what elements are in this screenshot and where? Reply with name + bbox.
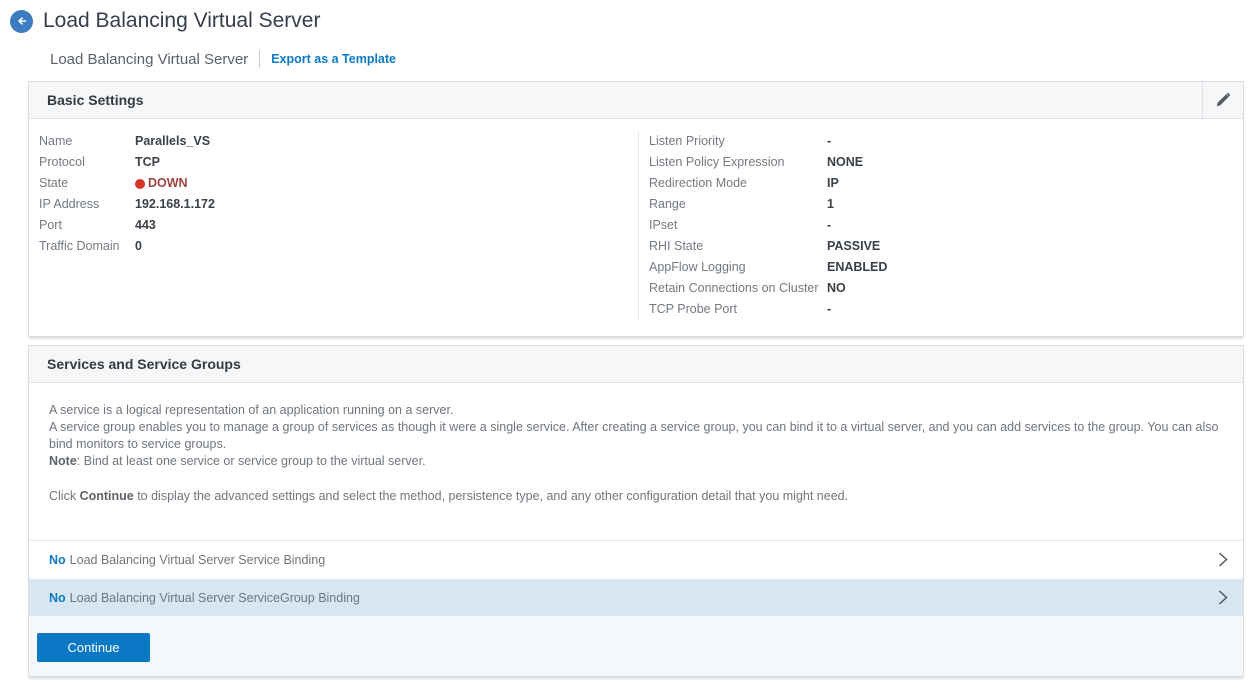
basic-settings-panel: Basic Settings Name Parallels_VS Protoco… xyxy=(28,81,1244,337)
basic-settings-right-column: Listen Priority - Listen Policy Expressi… xyxy=(638,131,1243,320)
hint-suffix: to display the advanced settings and sel… xyxy=(134,489,848,503)
services-description: A service is a logical representation of… xyxy=(29,383,1243,470)
field-ipset: IPset - xyxy=(649,215,1243,236)
hint-prefix: Click xyxy=(49,489,80,503)
continue-button[interactable]: Continue xyxy=(37,633,150,662)
field-name: Name Parallels_VS xyxy=(39,131,638,152)
service-binding-count: No xyxy=(49,553,66,567)
field-listen-priority: Listen Priority - xyxy=(649,131,1243,152)
edit-basic-settings-button[interactable] xyxy=(1203,82,1243,118)
description-line-1: A service is a logical representation of… xyxy=(49,402,1223,419)
field-range: Range 1 xyxy=(649,194,1243,215)
state-value: DOWN xyxy=(148,173,188,194)
services-title: Services and Service Groups xyxy=(47,356,241,372)
field-rhi-state: RHI State PASSIVE xyxy=(649,236,1243,257)
arrow-left-icon xyxy=(15,14,29,28)
subnav: Load Balancing Virtual Server Export as … xyxy=(50,50,1252,68)
page-title: Load Balancing Virtual Server xyxy=(43,9,320,33)
field-redirection-mode: Redirection Mode IP xyxy=(649,173,1243,194)
subnav-divider xyxy=(259,50,260,68)
field-traffic-domain: Traffic Domain 0 xyxy=(39,236,638,257)
services-panel: Services and Service Groups A service is… xyxy=(28,345,1244,677)
status-down-icon xyxy=(135,179,145,189)
service-binding-row[interactable]: No Load Balancing Virtual Server Service… xyxy=(29,540,1243,578)
back-button[interactable] xyxy=(10,10,33,33)
field-tcp-probe-port: TCP Probe Port - xyxy=(649,299,1243,320)
basic-settings-title: Basic Settings xyxy=(47,92,143,108)
field-retain-connections-on-cluster: Retain Connections on Cluster NO xyxy=(649,278,1243,299)
continue-hint: Click Continue to display the advanced s… xyxy=(29,470,1243,540)
export-as-template-link[interactable]: Export as a Template xyxy=(271,52,396,66)
description-line-2: A service group enables you to manage a … xyxy=(49,419,1223,453)
field-protocol: Protocol TCP xyxy=(39,152,638,173)
basic-settings-header: Basic Settings xyxy=(29,82,1243,119)
field-ip-address: IP Address 192.168.1.172 xyxy=(39,194,638,215)
tab-load-balancing-virtual-server[interactable]: Load Balancing Virtual Server xyxy=(50,51,248,68)
note-text: : Bind at least one service or service g… xyxy=(77,454,426,468)
services-footer: Continue xyxy=(29,616,1243,676)
service-binding-label: Load Balancing Virtual Server Service Bi… xyxy=(70,553,325,567)
servicegroup-binding-row[interactable]: No Load Balancing Virtual Server Service… xyxy=(29,578,1243,616)
chevron-right-icon xyxy=(1217,551,1229,568)
field-appflow-logging: AppFlow Logging ENABLED xyxy=(649,257,1243,278)
servicegroup-binding-count: No xyxy=(49,591,66,605)
page-header: Load Balancing Virtual Server xyxy=(0,0,1252,33)
services-header: Services and Service Groups xyxy=(29,346,1243,383)
hint-bold: Continue xyxy=(80,489,134,503)
description-note: Note: Bind at least one service or servi… xyxy=(49,453,1223,470)
basic-settings-body: Name Parallels_VS Protocol TCP State DOW… xyxy=(29,119,1243,336)
note-label: Note xyxy=(49,454,77,468)
field-state: State DOWN xyxy=(39,173,638,194)
pencil-icon xyxy=(1215,92,1231,108)
chevron-right-icon xyxy=(1217,589,1229,606)
basic-settings-left-column: Name Parallels_VS Protocol TCP State DOW… xyxy=(29,131,638,320)
field-port: Port 443 xyxy=(39,215,638,236)
servicegroup-binding-label: Load Balancing Virtual Server ServiceGro… xyxy=(70,591,360,605)
field-listen-policy-expression: Listen Policy Expression NONE xyxy=(649,152,1243,173)
